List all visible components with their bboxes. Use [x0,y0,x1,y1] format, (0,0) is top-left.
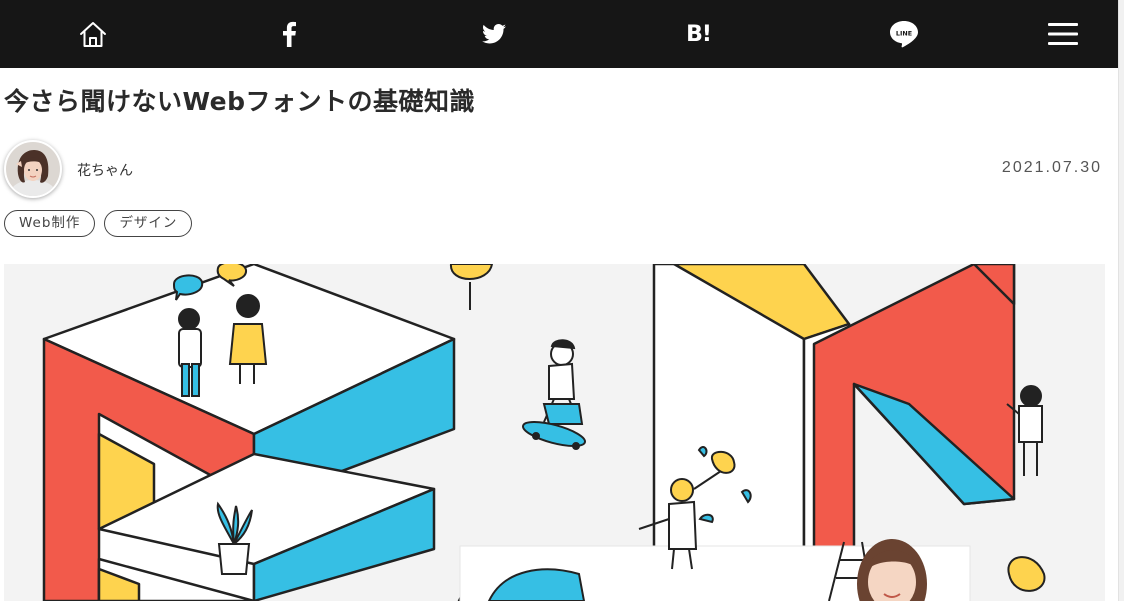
line-icon: LINE [889,21,918,48]
nav-home[interactable] [0,0,186,68]
article-title: 今さら聞けないWebフォントの基礎知識 [4,87,476,116]
author-name[interactable]: 花ちゃん [77,160,133,180]
nav-hatena-bookmark[interactable]: B! [596,0,801,68]
article-tags: Web制作 デザイン [4,210,193,237]
tag-web-production[interactable]: Web制作 [4,210,96,237]
hero-illustration [4,264,1105,601]
line-icon-label: LINE [895,29,911,37]
nav-facebook[interactable] [186,0,391,68]
nav-twitter[interactable] [391,0,596,68]
publish-date: 2021.07.30 [1001,159,1102,176]
home-icon [80,22,106,47]
top-share-navbar: B! LINE [0,0,1118,68]
nav-menu[interactable] [1008,0,1118,68]
author-photo [6,142,60,196]
author-avatar[interactable] [4,140,62,198]
hatena-bookmark-icon: B! [686,21,712,47]
twitter-icon [481,24,506,44]
nav-line[interactable]: LINE [801,0,1006,68]
tag-design[interactable]: デザイン [104,210,193,237]
page-scrollbar[interactable] [1118,0,1124,601]
hero-illustration-art [42,264,1046,601]
facebook-icon [282,21,296,47]
hamburger-menu-icon [1048,23,1078,45]
